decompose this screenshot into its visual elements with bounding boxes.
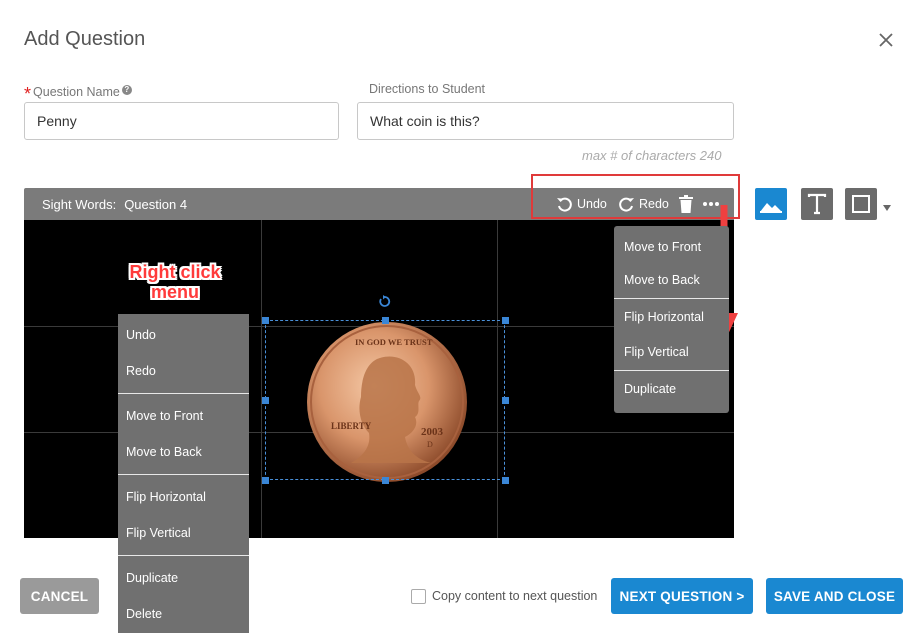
context-item-delete[interactable]: Delete <box>118 596 249 632</box>
context-item-move-to-back[interactable]: Move to Back <box>118 434 249 470</box>
rotate-icon[interactable] <box>378 295 391 313</box>
image-icon <box>760 203 782 213</box>
menu-divider <box>118 474 249 475</box>
resize-handle[interactable] <box>502 317 509 324</box>
grid-line <box>261 220 262 538</box>
directions-input[interactable]: What coin is this? <box>357 102 734 140</box>
menu-item-flip-horizontal[interactable]: Flip Horizontal <box>614 299 729 335</box>
right-click-menu: Undo Redo Move to Front Move to Back Fli… <box>118 314 249 633</box>
cancel-button[interactable]: CANCEL <box>20 578 99 614</box>
annotation-line-1: Right click <box>129 262 221 282</box>
close-icon[interactable] <box>876 30 896 50</box>
dialog-title: Add Question <box>24 28 146 50</box>
context-item-undo[interactable]: Undo <box>118 317 249 353</box>
max-chars-hint: max # of characters 240 <box>582 148 722 163</box>
selection-box <box>265 320 505 480</box>
add-question-dialog: Add Question * Question Name? Penny Direc… <box>0 0 922 633</box>
context-item-move-to-front[interactable]: Move to Front <box>118 398 249 434</box>
resize-handle[interactable] <box>262 317 269 324</box>
question-label: Question 4 <box>124 197 188 212</box>
copy-content-checkbox[interactable] <box>411 589 426 604</box>
menu-item-flip-vertical[interactable]: Flip Vertical <box>614 335 729 370</box>
menu-item-move-to-back[interactable]: Move to Back <box>614 263 729 298</box>
context-item-flip-vertical[interactable]: Flip Vertical <box>118 515 249 551</box>
question-name-label-wrap: * Question Name? <box>24 80 132 104</box>
directions-label: Directions to Student <box>369 82 486 96</box>
text-icon <box>807 193 827 215</box>
copy-content-label: Copy content to next question <box>432 589 598 603</box>
right-click-annotation: Right click menu <box>118 262 232 302</box>
menu-divider <box>118 555 249 556</box>
question-name-label: Question Name <box>33 85 120 99</box>
menu-divider <box>118 393 249 394</box>
context-item-redo[interactable]: Redo <box>118 353 249 389</box>
help-icon[interactable]: ? <box>121 85 132 95</box>
menu-item-duplicate[interactable]: Duplicate <box>614 371 729 407</box>
editor-title: Sight Words: Question 4 <box>42 197 187 212</box>
set-label: Sight Words: <box>42 197 117 212</box>
context-item-duplicate[interactable]: Duplicate <box>118 560 249 596</box>
shape-tool-button[interactable] <box>845 188 877 220</box>
resize-handle[interactable] <box>502 397 509 404</box>
image-tool-button[interactable] <box>755 188 787 220</box>
resize-handle[interactable] <box>382 317 389 324</box>
resize-handle[interactable] <box>262 477 269 484</box>
text-tool-button[interactable] <box>801 188 833 220</box>
context-item-flip-horizontal[interactable]: Flip Horizontal <box>118 479 249 515</box>
shape-icon <box>852 195 870 213</box>
next-question-button[interactable]: NEXT QUESTION > <box>611 578 753 614</box>
question-name-input[interactable]: Penny <box>24 102 339 140</box>
required-marker: * <box>24 84 32 104</box>
more-options-menu: Move to Front Move to Back Flip Horizont… <box>614 226 729 413</box>
resize-handle[interactable] <box>382 477 389 484</box>
save-and-close-button[interactable]: SAVE AND CLOSE <box>766 578 903 614</box>
menu-item-move-to-front[interactable]: Move to Front <box>614 228 729 263</box>
annotation-line-2: menu <box>150 282 199 302</box>
resize-handle[interactable] <box>502 477 509 484</box>
resize-handle[interactable] <box>262 397 269 404</box>
shape-dropdown-icon[interactable] <box>882 199 892 217</box>
